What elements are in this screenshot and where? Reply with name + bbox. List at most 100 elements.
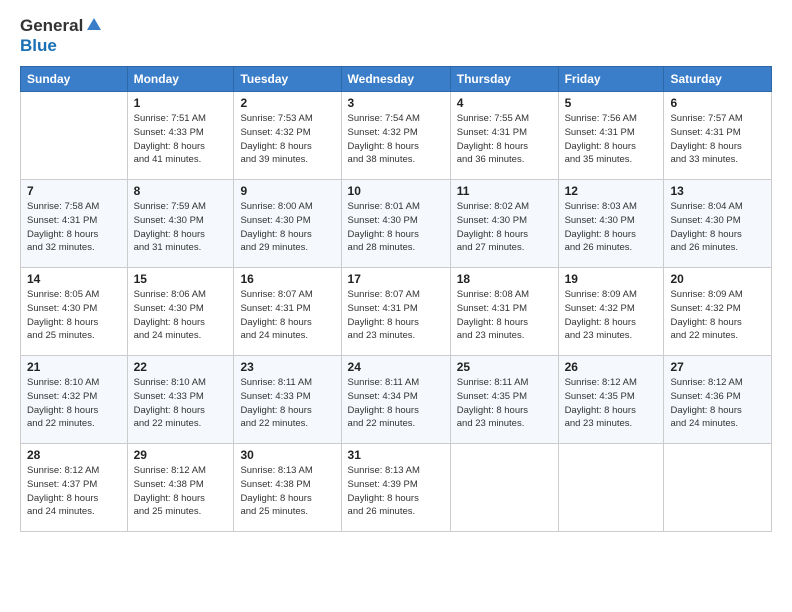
calendar-header-row: SundayMondayTuesdayWednesdayThursdayFrid… (21, 67, 772, 92)
day-info: Sunrise: 8:10 AM Sunset: 4:33 PM Dayligh… (134, 376, 228, 431)
calendar-cell: 31 Sunrise: 8:13 AM Sunset: 4:39 PM Dayli… (341, 444, 450, 532)
day-info: Sunrise: 8:12 AM Sunset: 4:35 PM Dayligh… (565, 376, 658, 431)
day-info: Sunrise: 8:12 AM Sunset: 4:37 PM Dayligh… (27, 464, 121, 519)
day-number: 23 (240, 360, 334, 374)
day-number: 18 (457, 272, 552, 286)
calendar-cell: 14 Sunrise: 8:05 AM Sunset: 4:30 PM Dayli… (21, 268, 128, 356)
logo-general: General (20, 16, 83, 36)
day-number: 31 (348, 448, 444, 462)
weekday-header-friday: Friday (558, 67, 664, 92)
logo-icon (85, 16, 103, 34)
calendar-cell: 6Sunrise: 7:57 AM Sunset: 4:31 PM Daylig… (664, 92, 772, 180)
day-number: 5 (565, 96, 658, 110)
day-info: Sunrise: 7:56 AM Sunset: 4:31 PM Dayligh… (565, 112, 658, 167)
calendar-cell: 22Sunrise: 8:10 AM Sunset: 4:33 PM Dayli… (127, 356, 234, 444)
calendar-cell (450, 444, 558, 532)
day-number: 17 (348, 272, 444, 286)
weekday-header-wednesday: Wednesday (341, 67, 450, 92)
calendar-week-1: 1 Sunrise: 7:51 AM Sunset: 4:33 PM Daylig… (21, 92, 772, 180)
weekday-header-monday: Monday (127, 67, 234, 92)
calendar-cell: 28 Sunrise: 8:12 AM Sunset: 4:37 PM Dayli… (21, 444, 128, 532)
day-info: Sunrise: 8:02 AM Sunset: 4:30 PM Dayligh… (457, 200, 552, 255)
calendar-week-2: 7 Sunrise: 7:58 AM Sunset: 4:31 PM Daylig… (21, 180, 772, 268)
calendar-cell (21, 92, 128, 180)
calendar-cell: 30Sunrise: 8:13 AM Sunset: 4:38 PM Dayli… (234, 444, 341, 532)
calendar-cell: 15 Sunrise: 8:06 AM Sunset: 4:30 PM Dayli… (127, 268, 234, 356)
day-number: 14 (27, 272, 121, 286)
logo-blue: Blue (20, 36, 57, 55)
day-number: 1 (134, 96, 228, 110)
calendar-cell: 12 Sunrise: 8:03 AM Sunset: 4:30 PM Dayli… (558, 180, 664, 268)
calendar-cell: 19Sunrise: 8:09 AM Sunset: 4:32 PM Dayli… (558, 268, 664, 356)
calendar-cell: 20 Sunrise: 8:09 AM Sunset: 4:32 PM Dayli… (664, 268, 772, 356)
day-number: 12 (565, 184, 658, 198)
day-info: Sunrise: 8:03 AM Sunset: 4:30 PM Dayligh… (565, 200, 658, 255)
day-number: 7 (27, 184, 121, 198)
day-info: Sunrise: 8:11 AM Sunset: 4:35 PM Dayligh… (457, 376, 552, 431)
day-number: 2 (240, 96, 334, 110)
day-info: Sunrise: 7:51 AM Sunset: 4:33 PM Dayligh… (134, 112, 228, 167)
calendar-cell (664, 444, 772, 532)
day-info: Sunrise: 8:00 AM Sunset: 4:30 PM Dayligh… (240, 200, 334, 255)
day-info: Sunrise: 8:07 AM Sunset: 4:31 PM Dayligh… (240, 288, 334, 343)
day-number: 20 (670, 272, 765, 286)
calendar-cell: 7 Sunrise: 7:58 AM Sunset: 4:31 PM Daylig… (21, 180, 128, 268)
day-info: Sunrise: 8:12 AM Sunset: 4:36 PM Dayligh… (670, 376, 765, 431)
calendar-week-5: 28 Sunrise: 8:12 AM Sunset: 4:37 PM Dayli… (21, 444, 772, 532)
day-number: 24 (348, 360, 444, 374)
day-number: 29 (134, 448, 228, 462)
calendar-cell (558, 444, 664, 532)
day-info: Sunrise: 8:07 AM Sunset: 4:31 PM Dayligh… (348, 288, 444, 343)
day-number: 25 (457, 360, 552, 374)
day-number: 6 (670, 96, 765, 110)
page: General Blue SundayMondayTuesdayWednesda… (0, 0, 792, 612)
day-number: 3 (348, 96, 444, 110)
day-number: 9 (240, 184, 334, 198)
calendar-week-3: 14 Sunrise: 8:05 AM Sunset: 4:30 PM Dayli… (21, 268, 772, 356)
day-info: Sunrise: 8:11 AM Sunset: 4:34 PM Dayligh… (348, 376, 444, 431)
day-number: 28 (27, 448, 121, 462)
weekday-header-sunday: Sunday (21, 67, 128, 92)
calendar-cell: 18 Sunrise: 8:08 AM Sunset: 4:31 PM Dayli… (450, 268, 558, 356)
day-info: Sunrise: 8:12 AM Sunset: 4:38 PM Dayligh… (134, 464, 228, 519)
logo: General Blue (20, 16, 103, 56)
calendar-cell: 13 Sunrise: 8:04 AM Sunset: 4:30 PM Dayli… (664, 180, 772, 268)
calendar-cell: 21Sunrise: 8:10 AM Sunset: 4:32 PM Dayli… (21, 356, 128, 444)
day-info: Sunrise: 8:13 AM Sunset: 4:38 PM Dayligh… (240, 464, 334, 519)
day-info: Sunrise: 8:11 AM Sunset: 4:33 PM Dayligh… (240, 376, 334, 431)
weekday-header-thursday: Thursday (450, 67, 558, 92)
day-info: Sunrise: 7:59 AM Sunset: 4:30 PM Dayligh… (134, 200, 228, 255)
day-info: Sunrise: 8:05 AM Sunset: 4:30 PM Dayligh… (27, 288, 121, 343)
weekday-header-tuesday: Tuesday (234, 67, 341, 92)
calendar-table: SundayMondayTuesdayWednesdayThursdayFrid… (20, 66, 772, 532)
calendar-cell: 8 Sunrise: 7:59 AM Sunset: 4:30 PM Daylig… (127, 180, 234, 268)
day-number: 11 (457, 184, 552, 198)
day-info: Sunrise: 8:01 AM Sunset: 4:30 PM Dayligh… (348, 200, 444, 255)
day-number: 16 (240, 272, 334, 286)
calendar-week-4: 21Sunrise: 8:10 AM Sunset: 4:32 PM Dayli… (21, 356, 772, 444)
day-info: Sunrise: 8:08 AM Sunset: 4:31 PM Dayligh… (457, 288, 552, 343)
day-number: 26 (565, 360, 658, 374)
day-number: 13 (670, 184, 765, 198)
calendar-cell: 10 Sunrise: 8:01 AM Sunset: 4:30 PM Dayli… (341, 180, 450, 268)
day-info: Sunrise: 7:58 AM Sunset: 4:31 PM Dayligh… (27, 200, 121, 255)
day-number: 10 (348, 184, 444, 198)
day-info: Sunrise: 8:09 AM Sunset: 4:32 PM Dayligh… (670, 288, 765, 343)
day-number: 8 (134, 184, 228, 198)
day-info: Sunrise: 7:54 AM Sunset: 4:32 PM Dayligh… (348, 112, 444, 167)
day-info: Sunrise: 8:04 AM Sunset: 4:30 PM Dayligh… (670, 200, 765, 255)
calendar-cell: 23 Sunrise: 8:11 AM Sunset: 4:33 PM Dayli… (234, 356, 341, 444)
day-info: Sunrise: 8:06 AM Sunset: 4:30 PM Dayligh… (134, 288, 228, 343)
day-number: 4 (457, 96, 552, 110)
day-info: Sunrise: 7:53 AM Sunset: 4:32 PM Dayligh… (240, 112, 334, 167)
day-number: 15 (134, 272, 228, 286)
calendar-cell: 2 Sunrise: 7:53 AM Sunset: 4:32 PM Daylig… (234, 92, 341, 180)
calendar-cell: 11 Sunrise: 8:02 AM Sunset: 4:30 PM Dayli… (450, 180, 558, 268)
day-info: Sunrise: 8:13 AM Sunset: 4:39 PM Dayligh… (348, 464, 444, 519)
calendar-cell: 3 Sunrise: 7:54 AM Sunset: 4:32 PM Daylig… (341, 92, 450, 180)
calendar-cell: 9 Sunrise: 8:00 AM Sunset: 4:30 PM Daylig… (234, 180, 341, 268)
header: General Blue (20, 16, 772, 56)
day-info: Sunrise: 7:55 AM Sunset: 4:31 PM Dayligh… (457, 112, 552, 167)
calendar-cell: 1 Sunrise: 7:51 AM Sunset: 4:33 PM Daylig… (127, 92, 234, 180)
day-info: Sunrise: 8:10 AM Sunset: 4:32 PM Dayligh… (27, 376, 121, 431)
